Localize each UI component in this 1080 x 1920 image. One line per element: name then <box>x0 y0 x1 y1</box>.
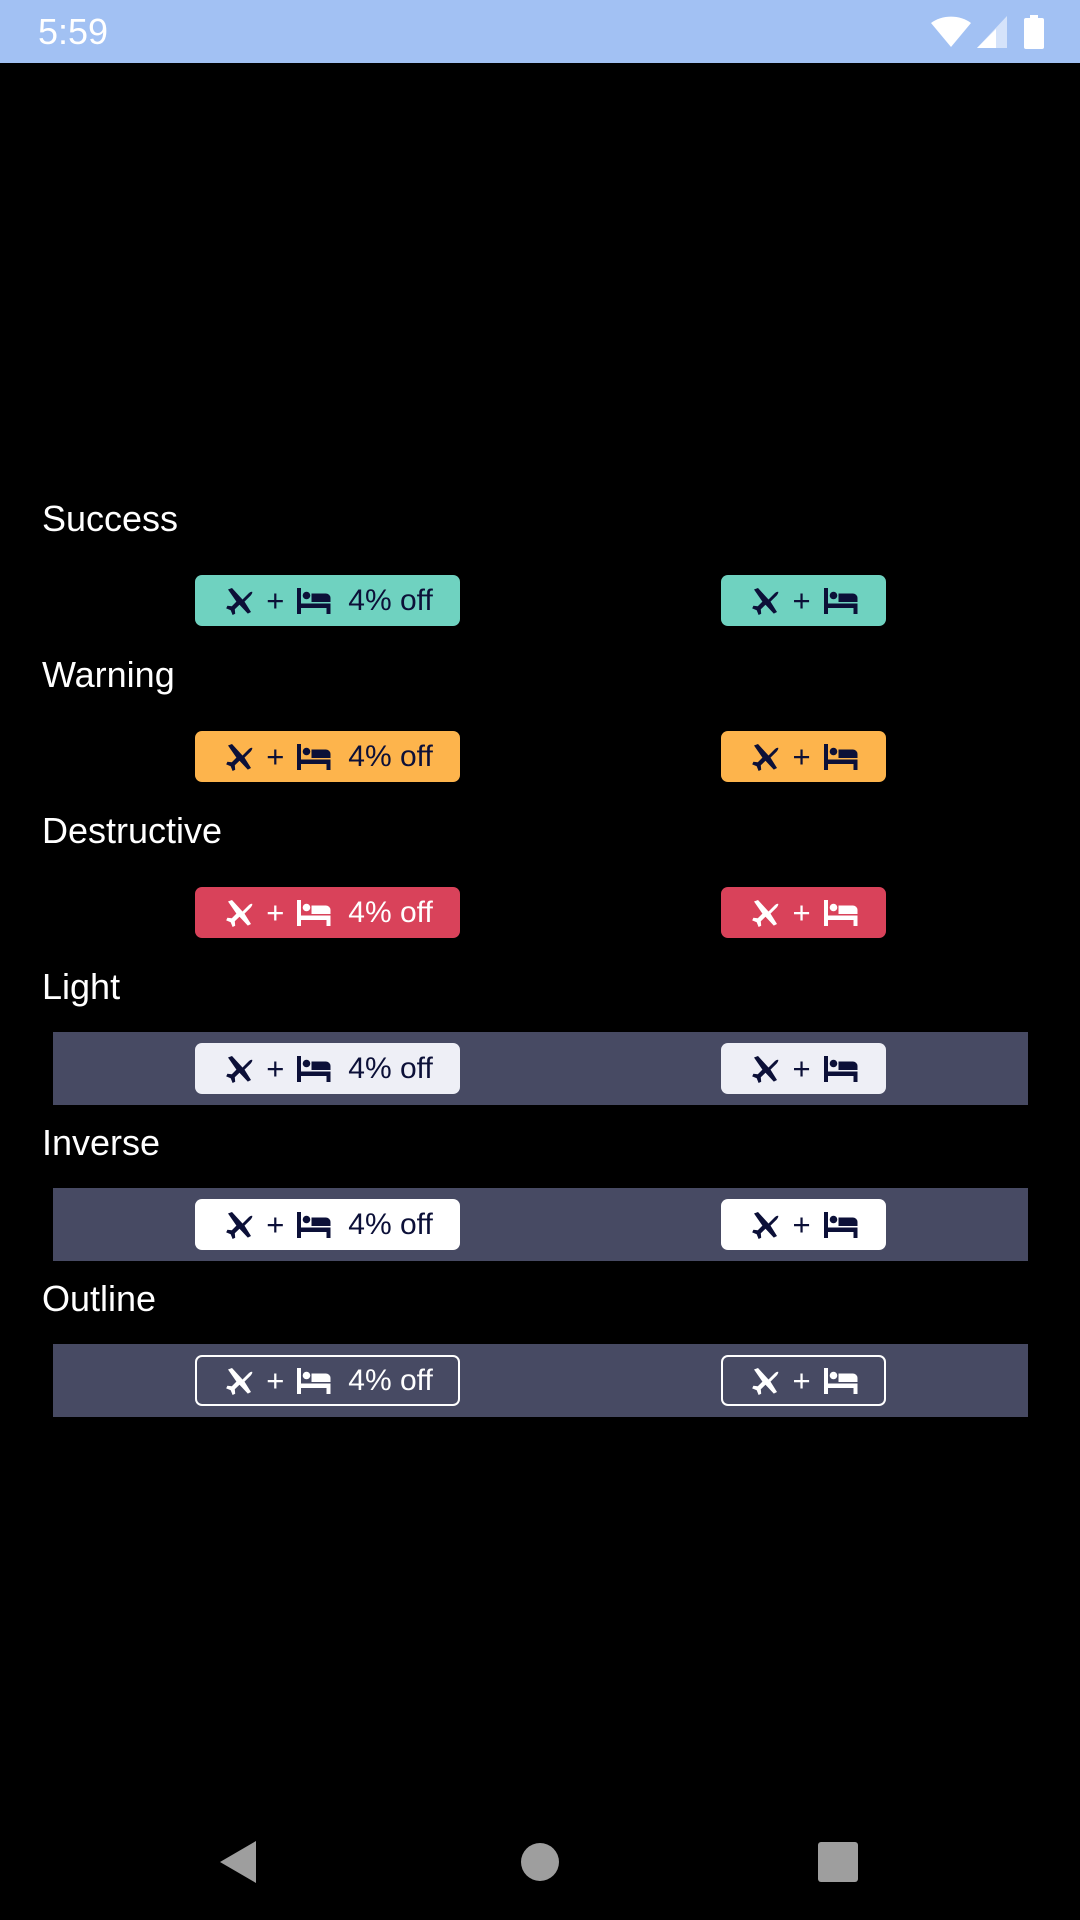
bed-icon <box>823 899 859 927</box>
bed-icon <box>296 899 332 927</box>
badge-destructive-with-discount: + 4% off <box>195 887 460 938</box>
badge-inverse: + <box>721 1199 886 1250</box>
plus-sign: + <box>792 738 811 774</box>
plane-icon <box>748 1209 780 1241</box>
bed-icon <box>823 1367 859 1395</box>
plus-sign: + <box>266 1362 285 1398</box>
bed-icon <box>296 1211 332 1239</box>
bed-icon <box>823 743 859 771</box>
recents-button[interactable] <box>808 1834 868 1894</box>
plus-sign: + <box>266 738 285 774</box>
plane-icon <box>748 1053 780 1085</box>
badge-success-with-discount: + 4% off <box>195 575 460 626</box>
plane-icon <box>222 897 254 929</box>
discount-label: 4% off <box>348 1363 433 1397</box>
badge-outline-with-discount: + 4% off <box>195 1355 460 1406</box>
signal-icon <box>976 15 1008 49</box>
section-title-success: Success <box>42 498 179 539</box>
plane-icon <box>222 741 254 773</box>
back-icon <box>216 1838 260 1891</box>
plane-icon <box>222 1053 254 1085</box>
plus-sign: + <box>266 894 285 930</box>
plus-sign: + <box>792 1362 811 1398</box>
badge-warning: + <box>721 731 886 782</box>
navigation-bar <box>0 1800 1080 1920</box>
badge-light: + <box>721 1043 886 1094</box>
battery-icon <box>1024 15 1044 49</box>
section-title-inverse: Inverse <box>42 1122 161 1163</box>
bed-icon <box>823 1055 859 1083</box>
status-bar: 5:59 <box>0 0 1080 63</box>
bed-icon <box>296 743 332 771</box>
plus-sign: + <box>792 894 811 930</box>
badge-success: + <box>721 575 886 626</box>
discount-label: 4% off <box>348 739 433 773</box>
badge-outline: + <box>721 1355 886 1406</box>
discount-label: 4% off <box>348 895 433 929</box>
plane-icon <box>222 585 254 617</box>
discount-label: 4% off <box>348 1051 433 1085</box>
section-title-light: Light <box>42 966 121 1007</box>
bed-icon <box>296 587 332 615</box>
discount-label: 4% off <box>348 583 433 617</box>
plus-sign: + <box>792 582 811 618</box>
plus-sign: + <box>792 1206 811 1242</box>
plane-icon <box>222 1209 254 1241</box>
status-icons <box>930 14 1044 50</box>
plane-icon <box>748 897 780 929</box>
plus-sign: + <box>266 582 285 618</box>
badge-inverse-with-discount: + 4% off <box>195 1199 460 1250</box>
home-button[interactable] <box>510 1834 570 1894</box>
bed-icon <box>823 587 859 615</box>
plus-sign: + <box>266 1206 285 1242</box>
plane-icon <box>748 741 780 773</box>
bed-icon <box>823 1211 859 1239</box>
badge-destructive: + <box>721 887 886 938</box>
plane-icon <box>748 585 780 617</box>
recents-icon <box>818 1841 858 1887</box>
bed-icon <box>296 1367 332 1395</box>
section-title-outline: Outline <box>42 1278 157 1319</box>
section-title-destructive: Destructive <box>42 810 223 851</box>
plane-icon <box>748 1365 780 1397</box>
back-button[interactable] <box>208 1834 268 1894</box>
plus-sign: + <box>792 1050 811 1086</box>
home-icon <box>520 1842 560 1887</box>
plus-sign: + <box>266 1050 285 1086</box>
discount-label: 4% off <box>348 1207 433 1241</box>
section-title-warning: Warning <box>42 654 175 695</box>
badge-light-with-discount: + 4% off <box>195 1043 460 1094</box>
plane-icon <box>222 1365 254 1397</box>
status-time: 5:59 <box>38 11 109 52</box>
badge-warning-with-discount: + 4% off <box>195 731 460 782</box>
wifi-icon <box>930 16 972 48</box>
bed-icon <box>296 1055 332 1083</box>
